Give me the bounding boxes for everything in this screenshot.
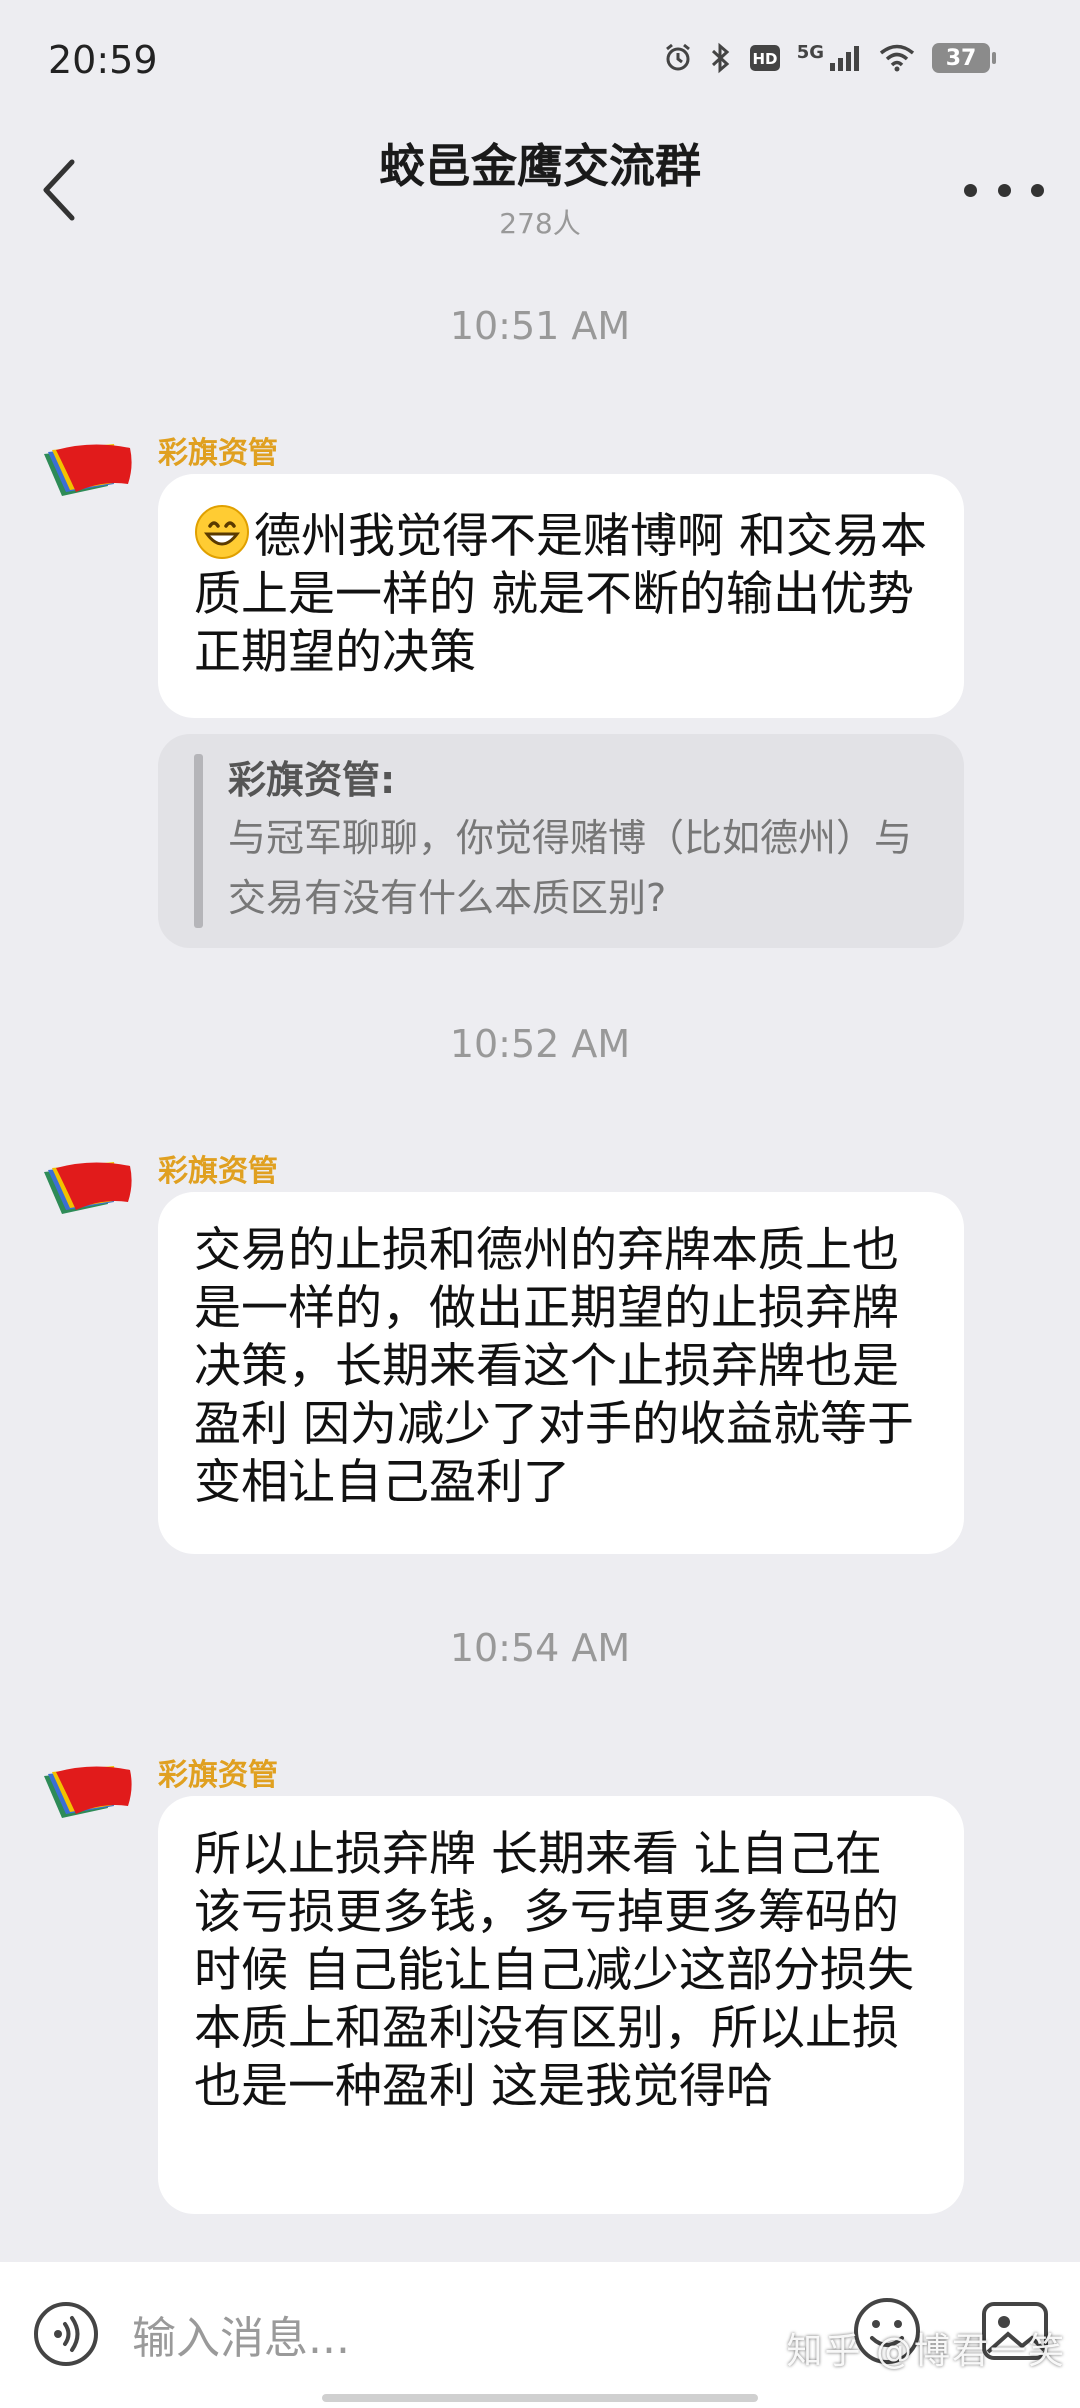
- message-bubble[interactable]: 德州我觉得不是赌博啊 和交易本质上是一样的 就是不断的输出优势正期望的决策: [158, 474, 964, 718]
- message-input[interactable]: [130, 2302, 834, 2374]
- sender-name: 彩旗资管: [158, 1758, 278, 1793]
- timestamp-separator: 10:51 AM: [449, 304, 631, 348]
- avatar-flags-icon[interactable]: [42, 1158, 138, 1220]
- quoted-message[interactable]: 彩旗资管: 与冠军聊聊，你觉得赌博（比如德州）与交易有没有什么本质区别?: [158, 734, 964, 948]
- quote-author: 彩旗资管:: [228, 758, 396, 802]
- message-bubble[interactable]: 交易的止损和德州的弃牌本质上也是一样的，做出正期望的止损弃牌决策，长期来看这个止…: [158, 1192, 964, 1554]
- chat-header: 蛟邑金鹰交流群 278人: [0, 120, 1080, 250]
- alarm-icon: [665, 43, 690, 71]
- svg-text:HD: HD: [752, 50, 777, 68]
- dot: [1031, 183, 1044, 197]
- dot: [997, 183, 1011, 197]
- quote-text: 与冠军聊聊，你觉得赌博（比如德州）与交易有没有什么本质区别?: [228, 816, 913, 920]
- bluetooth-icon: [711, 42, 729, 74]
- status-time: 20:59: [48, 38, 158, 82]
- signal-icon: [830, 46, 859, 71]
- avatar-flags-icon[interactable]: [42, 1762, 138, 1824]
- network-type: 5G: [796, 42, 824, 63]
- chat-title: 蛟邑金鹰交流群: [379, 139, 701, 193]
- voice-input-icon[interactable]: [34, 2302, 98, 2366]
- message-text: 交易的止损和德州的弃牌本质上也是一样的，做出正期望的止损弃牌决策，长期来看这个止…: [194, 1223, 914, 1510]
- dot: [964, 183, 977, 197]
- status-bar: 20:59 HD 5G 37: [0, 0, 1080, 120]
- hd-icon: HD: [749, 45, 780, 71]
- grinning-face-emoji-icon: [195, 505, 249, 559]
- sender-name: 彩旗资管: [158, 1154, 278, 1189]
- zhihu-watermark: 知乎 @博君一笑: [786, 2331, 1066, 2372]
- message-text: 德州我觉得不是赌博啊 和交易本质上是一样的 就是不断的输出优势正期望的决策: [194, 509, 927, 680]
- home-indicator[interactable]: [322, 2394, 758, 2402]
- sender-name: 彩旗资管: [158, 436, 278, 471]
- more-options-icon[interactable]: [964, 170, 1044, 210]
- quote-bar: [194, 754, 203, 928]
- status-icons: HD 5G 37: [663, 42, 996, 74]
- timestamp-separator: 10:52 AM: [449, 1022, 631, 1066]
- sound-wave-icon: [54, 2316, 80, 2352]
- message-text: 所以止损弃牌 长期来看 让自己在该亏损更多钱，多亏掉更多筹码的时候 自己能让自己…: [194, 1827, 914, 2114]
- battery-indicator: 37: [932, 43, 996, 73]
- message-bubble[interactable]: 所以止损弃牌 长期来看 让自己在该亏损更多钱，多亏掉更多筹码的时候 自己能让自己…: [158, 1796, 964, 2214]
- wifi-icon: [879, 44, 915, 72]
- avatar-flags-icon[interactable]: [42, 440, 138, 502]
- member-count[interactable]: 278人: [0, 202, 1080, 242]
- timestamp-separator: 10:54 AM: [449, 1626, 631, 1670]
